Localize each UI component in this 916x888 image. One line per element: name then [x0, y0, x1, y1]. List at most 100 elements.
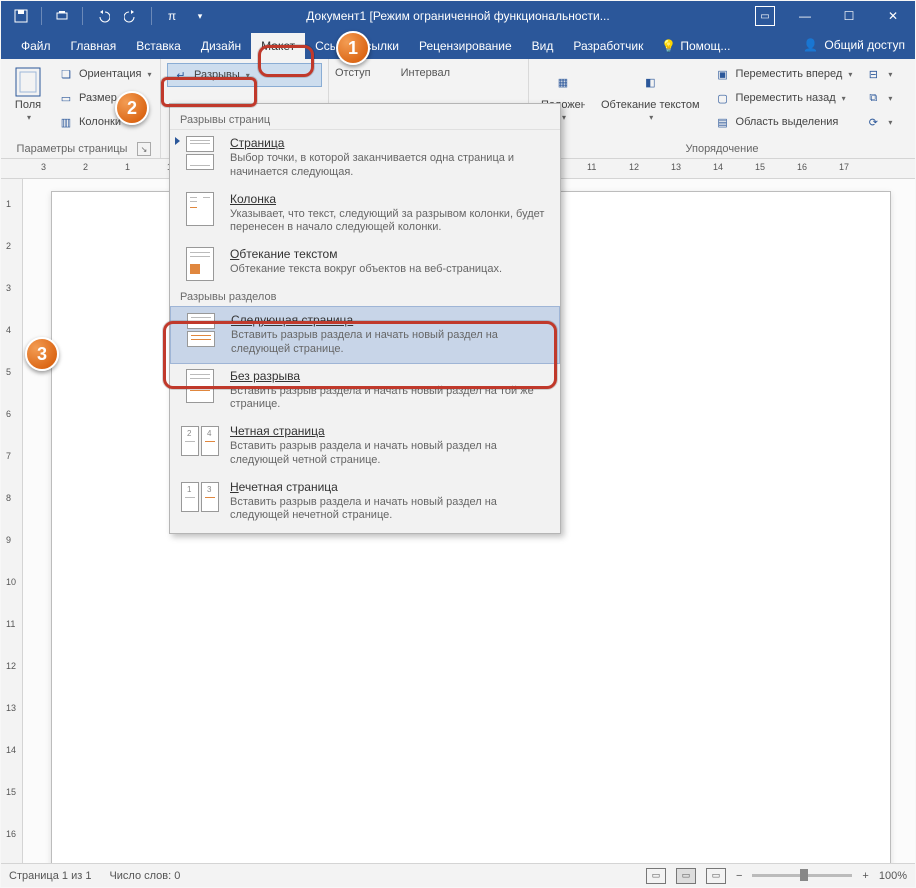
- orientation-label: Ориентация: [79, 68, 141, 80]
- minimize-button[interactable]: —: [783, 1, 827, 31]
- tab-home[interactable]: Главная: [61, 33, 127, 59]
- zoom-in-button[interactable]: +: [862, 870, 868, 882]
- breaks-icon: ↵: [172, 66, 190, 84]
- wrap-label: Обтекание текстом: [601, 99, 700, 111]
- breaks-label: Разрывы: [194, 69, 240, 81]
- quick-access-toolbar: π ▾: [1, 4, 212, 28]
- tab-view[interactable]: Вид: [522, 33, 564, 59]
- column-break-icon: [180, 192, 220, 226]
- menu-item-column-break[interactable]: Колонка Указывает, что текст, следующий з…: [170, 186, 560, 242]
- zoom-level[interactable]: 100%: [879, 870, 907, 882]
- wrap-icon: ◧: [635, 67, 665, 97]
- zoom-slider[interactable]: [752, 874, 852, 877]
- wrap-button[interactable]: ◧Обтекание текстом▾: [595, 63, 706, 133]
- continuous-icon: [180, 369, 220, 403]
- share-label: Общий доступ: [824, 38, 905, 52]
- tell-me[interactable]: 💡 Помощ...: [653, 33, 738, 59]
- redo-icon[interactable]: [119, 4, 143, 28]
- vertical-ruler[interactable]: 12345678910111213141516: [1, 179, 23, 863]
- tab-review[interactable]: Рецензирование: [409, 33, 522, 59]
- column-break-title: Колонка: [230, 192, 276, 206]
- page-break-icon: [180, 136, 220, 170]
- selection-icon: ▤: [714, 113, 732, 131]
- selection-pane-button[interactable]: ▤ Область выделения: [710, 111, 857, 133]
- close-button[interactable]: ✕: [871, 1, 915, 31]
- tell-me-label: Помощ...: [680, 39, 730, 53]
- send-backward-button[interactable]: ▢Переместить назад▾: [710, 87, 857, 109]
- align-button[interactable]: ⊟▾: [860, 63, 896, 85]
- menu-item-odd-page[interactable]: 1 3 Нечетная страницаНечетная страницаВс…: [170, 474, 560, 530]
- person-icon: 👤: [803, 38, 818, 52]
- position-icon: ▦: [548, 67, 578, 97]
- tab-file[interactable]: Файл: [11, 33, 61, 59]
- continuous-desc: Вставить разрыв раздела и начать новый р…: [230, 385, 550, 413]
- equation-icon[interactable]: π: [160, 4, 184, 28]
- next-page-icon: [181, 313, 221, 347]
- size-icon: ▭: [57, 89, 75, 107]
- window-controls: — ☐ ✕: [783, 1, 915, 31]
- margins-icon: [13, 67, 43, 97]
- page-break-desc: Выбор точки, в которой заканчивается одн…: [230, 152, 550, 180]
- columns-label: Колонки: [79, 116, 121, 128]
- zoom-out-button[interactable]: −: [736, 870, 742, 882]
- orientation-icon: ❏: [57, 65, 75, 83]
- menu-item-next-page[interactable]: Следующая страница Вставить разрыв раздел…: [170, 306, 560, 364]
- sel-label: Область выделения: [736, 116, 839, 128]
- status-words[interactable]: Число слов: 0: [109, 870, 180, 882]
- print-layout-icon[interactable]: ▭: [676, 868, 696, 884]
- column-break-desc: Указывает, что текст, следующий за разры…: [230, 208, 550, 236]
- odd-page-title: Нечетная страницаНечетная страница: [230, 480, 550, 494]
- columns-icon: ▥: [57, 113, 75, 131]
- maximize-button[interactable]: ☐: [827, 1, 871, 31]
- dialog-launch-page[interactable]: ↘: [137, 142, 151, 156]
- web-layout-icon[interactable]: ▭: [706, 868, 726, 884]
- share-button[interactable]: 👤 Общий доступ: [803, 31, 905, 59]
- odd-page-icon: 1 3: [180, 480, 220, 514]
- rotate-button[interactable]: ⟳▾: [860, 111, 896, 133]
- page-break-title: Страница: [230, 136, 284, 150]
- tab-layout[interactable]: Макет: [251, 33, 305, 59]
- bulb-icon: 💡: [661, 39, 676, 53]
- undo-icon[interactable]: [91, 4, 115, 28]
- print-icon[interactable]: [50, 4, 74, 28]
- callout-1: 1: [336, 31, 370, 65]
- margins-label: Поля: [15, 99, 41, 111]
- forward-icon: ▣: [714, 65, 732, 83]
- menu-item-text-wrap-break[interactable]: ООбтекание текстомбтекание текстом Обтека…: [170, 241, 560, 287]
- wrap-break-title: ООбтекание текстомбтекание текстом: [230, 247, 550, 261]
- breaks-menu: Разрывы страниц СтраницаВыбор точки, в к…: [169, 103, 561, 534]
- tab-design[interactable]: Дизайн: [191, 33, 251, 59]
- qat-customize-icon[interactable]: ▾: [188, 4, 212, 28]
- continuous-title: Без разрыва: [230, 369, 300, 383]
- window-title: Документ1 [Режим ограниченной функционал…: [306, 9, 609, 23]
- even-page-title: Четная страница: [230, 424, 325, 438]
- save-icon[interactable]: [9, 4, 33, 28]
- status-page[interactable]: Страница 1 из 1: [9, 870, 91, 882]
- menu-item-page-break[interactable]: Страница Выбор точки, в которой заканчива…: [170, 130, 560, 186]
- group-objects-button[interactable]: ⧉▾: [860, 87, 896, 109]
- fwd-label: Переместить вперед: [736, 68, 843, 80]
- tab-references[interactable]: Ссылки: [305, 33, 335, 59]
- bring-forward-button[interactable]: ▣Переместить вперед▾: [710, 63, 857, 85]
- interval-label: Интервал: [401, 67, 450, 79]
- orientation-button[interactable]: ❏Ориентация▾: [53, 63, 155, 85]
- breaks-button[interactable]: ↵Разрывы▾: [167, 63, 322, 87]
- menu-item-even-page[interactable]: 2 4 Четная страницаВставить разрыв разде…: [170, 418, 560, 474]
- group-arrange: Упорядочение: [535, 143, 909, 158]
- even-page-desc: Вставить разрыв раздела и начать новый р…: [230, 440, 550, 468]
- display-options-icon[interactable]: ▭: [755, 6, 775, 26]
- group-icon: ⧉: [864, 89, 882, 107]
- callout-2: 2: [115, 91, 149, 125]
- next-page-desc: Вставить разрыв раздела и начать новый р…: [231, 329, 549, 357]
- backward-icon: ▢: [714, 89, 732, 107]
- wrap-break-desc: Обтекание текста вокруг объектов на веб-…: [230, 263, 550, 277]
- tab-insert[interactable]: Вставка: [126, 33, 191, 59]
- next-page-title: Следующая страница: [231, 313, 353, 327]
- callout-3: 3: [25, 337, 59, 371]
- menu-item-continuous[interactable]: Без разрыва Вставить разрыв раздела и нач…: [170, 363, 560, 419]
- submenu-arrow-icon: [175, 137, 180, 145]
- read-mode-icon[interactable]: ▭: [646, 868, 666, 884]
- tab-developer[interactable]: Разработчик: [563, 33, 653, 59]
- group-page-params: Параметры страницы: [7, 143, 137, 158]
- margins-button[interactable]: Поля▾: [7, 63, 49, 133]
